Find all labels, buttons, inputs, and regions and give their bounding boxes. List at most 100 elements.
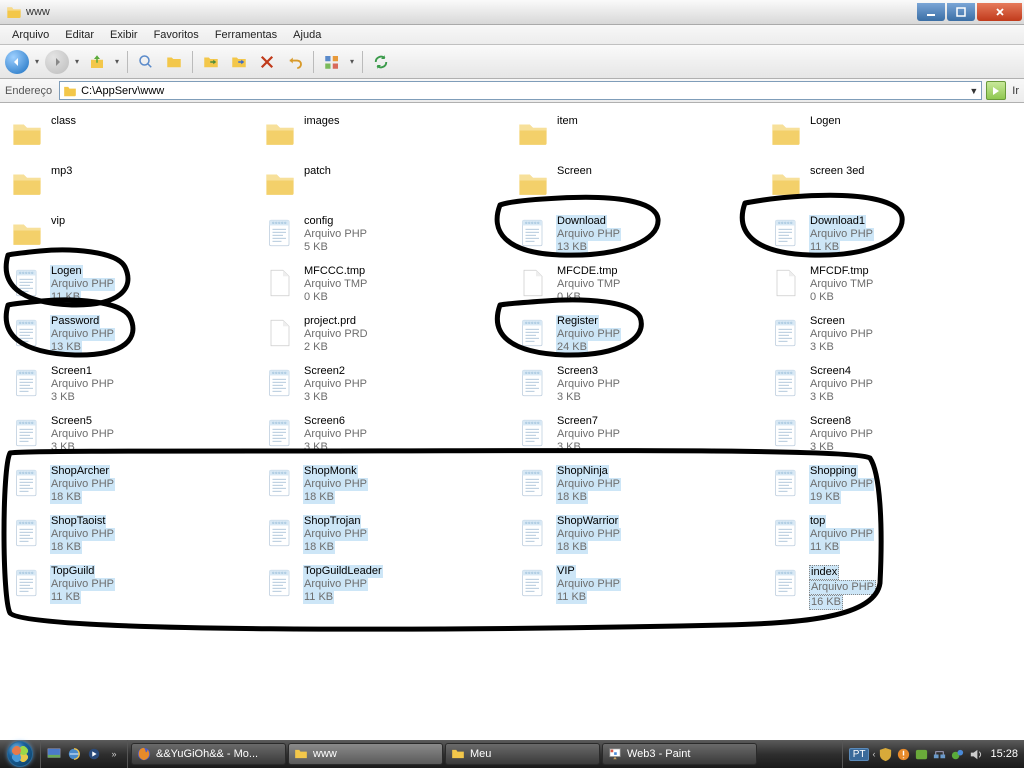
file-item[interactable]: ShopTaoistArquivo PHP18 KB	[6, 511, 259, 561]
file-item[interactable]: ShopWarriorArquivo PHP18 KB	[512, 511, 765, 561]
nav-forward-button[interactable]	[45, 50, 69, 74]
close-button[interactable]	[977, 3, 1022, 21]
undo-button[interactable]	[283, 50, 307, 74]
file-item[interactable]: PasswordArquivo PHP13 KB	[6, 311, 259, 361]
file-item[interactable]: Screen4Arquivo PHP3 KB	[765, 361, 1018, 411]
file-item[interactable]: class	[6, 111, 259, 161]
file-size: 19 KB	[809, 491, 841, 504]
menu-favoritos[interactable]: Favoritos	[146, 27, 207, 43]
ql-show-desktop-icon[interactable]	[45, 745, 63, 763]
menu-editar[interactable]: Editar	[57, 27, 102, 43]
file-item[interactable]: configArquivo PHP5 KB	[259, 211, 512, 261]
file-item[interactable]: DownloadArquivo PHP13 KB	[512, 211, 765, 261]
go-button[interactable]	[986, 81, 1006, 100]
task-btn-www[interactable]: www	[288, 743, 443, 765]
menu-exibir[interactable]: Exibir	[102, 27, 146, 43]
ql-expand-icon[interactable]: »	[105, 745, 123, 763]
toolbar-separator-2	[192, 51, 193, 73]
file-item[interactable]: project.prdArquivo PRD2 KB	[259, 311, 512, 361]
task-btn-meu[interactable]: Meu	[445, 743, 600, 765]
address-input-container[interactable]: ▼	[59, 81, 982, 100]
file-size: 11 KB	[303, 591, 334, 604]
file-item[interactable]: MFCCC.tmpArquivo TMP0 KB	[259, 261, 512, 311]
views-dropdown[interactable]: ▾	[348, 50, 356, 74]
tray-av-icon[interactable]	[914, 747, 929, 762]
php-icon	[263, 413, 297, 453]
file-item[interactable]: item	[512, 111, 765, 161]
clock[interactable]: 15:28	[990, 748, 1018, 760]
file-text: TopGuildLeaderArquivo PHP11 KB	[303, 563, 383, 604]
ql-ie-icon[interactable]	[65, 745, 83, 763]
file-text: configArquivo PHP5 KB	[303, 213, 368, 254]
file-item[interactable]: ShopArcherArquivo PHP18 KB	[6, 461, 259, 511]
tray-network-icon[interactable]	[932, 747, 947, 762]
task-btn-firefox[interactable]: &&YuGiOh&& - Mo...	[131, 743, 286, 765]
move-to-button[interactable]	[199, 50, 223, 74]
file-item[interactable]: indexArquivo PHP16 KB	[765, 561, 1018, 611]
file-item[interactable]: Screen	[512, 161, 765, 211]
file-item[interactable]: Screen7Arquivo PHP3 KB	[512, 411, 765, 461]
menu-ferramentas[interactable]: Ferramentas	[207, 27, 285, 43]
taskbar[interactable]: » &&YuGiOh&& - Mo... www Meu Web3 - Pain…	[0, 740, 1024, 768]
minimize-button[interactable]	[917, 3, 945, 21]
nav-up-dropdown[interactable]: ▾	[113, 50, 121, 74]
tray-update-icon[interactable]	[896, 747, 911, 762]
file-item[interactable]: ShoppingArquivo PHP19 KB	[765, 461, 1018, 511]
file-item[interactable]: MFCDF.tmpArquivo TMP0 KB	[765, 261, 1018, 311]
task-btn-paint[interactable]: Web3 - Paint	[602, 743, 757, 765]
search-button[interactable]	[134, 50, 158, 74]
file-item[interactable]: patch	[259, 161, 512, 211]
file-item[interactable]: ShopNinjaArquivo PHP18 KB	[512, 461, 765, 511]
sync-button[interactable]	[369, 50, 393, 74]
file-item[interactable]: LogenArquivo PHP11 KB	[6, 261, 259, 311]
nav-back-dropdown[interactable]: ▾	[33, 50, 41, 74]
file-item[interactable]: mp3	[6, 161, 259, 211]
views-button[interactable]	[320, 50, 344, 74]
php-icon	[10, 263, 44, 303]
maximize-button[interactable]	[947, 3, 975, 21]
file-item[interactable]: vip	[6, 211, 259, 261]
file-item[interactable]: images	[259, 111, 512, 161]
tray-msn-icon[interactable]	[950, 747, 965, 762]
tray-volume-icon[interactable]	[968, 747, 983, 762]
file-item[interactable]: RegisterArquivo PHP24 KB	[512, 311, 765, 361]
menu-ajuda[interactable]: Ajuda	[285, 27, 329, 43]
file-name: MFCCC.tmp	[303, 265, 366, 278]
ql-media-icon[interactable]	[85, 745, 103, 763]
php-icon	[263, 563, 297, 603]
nav-back-button[interactable]	[5, 50, 29, 74]
file-item[interactable]: screen 3ed	[765, 161, 1018, 211]
file-item[interactable]: Logen	[765, 111, 1018, 161]
menu-arquivo[interactable]: Arquivo	[4, 27, 57, 43]
file-item[interactable]: TopGuildLeaderArquivo PHP11 KB	[259, 561, 512, 611]
language-indicator[interactable]: PT	[849, 748, 870, 761]
file-item[interactable]: ShopMonkArquivo PHP18 KB	[259, 461, 512, 511]
file-text: VIPArquivo PHP11 KB	[556, 563, 621, 604]
nav-up-button[interactable]	[85, 50, 109, 74]
file-item[interactable]: TopGuildArquivo PHP11 KB	[6, 561, 259, 611]
address-input[interactable]	[81, 85, 965, 97]
tray-expand-icon[interactable]: ‹	[872, 749, 875, 759]
file-item[interactable]: Screen1Arquivo PHP3 KB	[6, 361, 259, 411]
folders-button[interactable]	[162, 50, 186, 74]
file-item[interactable]: Screen8Arquivo PHP3 KB	[765, 411, 1018, 461]
titlebar[interactable]: www	[0, 0, 1024, 25]
file-item[interactable]: Screen2Arquivo PHP3 KB	[259, 361, 512, 411]
file-item[interactable]: Download1Arquivo PHP11 KB	[765, 211, 1018, 261]
file-pane[interactable]: classimagesitemLogen mp3patchScreenscreen…	[0, 103, 1024, 740]
file-item[interactable]: topArquivo PHP11 KB	[765, 511, 1018, 561]
tray-shield-icon[interactable]	[878, 747, 893, 762]
nav-forward-dropdown[interactable]: ▾	[73, 50, 81, 74]
file-item[interactable]: Screen5Arquivo PHP3 KB	[6, 411, 259, 461]
file-item[interactable]: ShopTrojanArquivo PHP18 KB	[259, 511, 512, 561]
file-item[interactable]: ScreenArquivo PHP3 KB	[765, 311, 1018, 361]
address-dropdown-icon[interactable]: ▼	[969, 86, 978, 96]
file-item[interactable]: MFCDE.tmpArquivo TMP0 KB	[512, 261, 765, 311]
delete-button[interactable]	[255, 50, 279, 74]
copy-to-button[interactable]	[227, 50, 251, 74]
file-item[interactable]: Screen3Arquivo PHP3 KB	[512, 361, 765, 411]
file-item[interactable]: Screen6Arquivo PHP3 KB	[259, 411, 512, 461]
file-item[interactable]: VIPArquivo PHP11 KB	[512, 561, 765, 611]
start-button[interactable]	[0, 740, 40, 768]
task-label: Meu	[470, 748, 491, 760]
